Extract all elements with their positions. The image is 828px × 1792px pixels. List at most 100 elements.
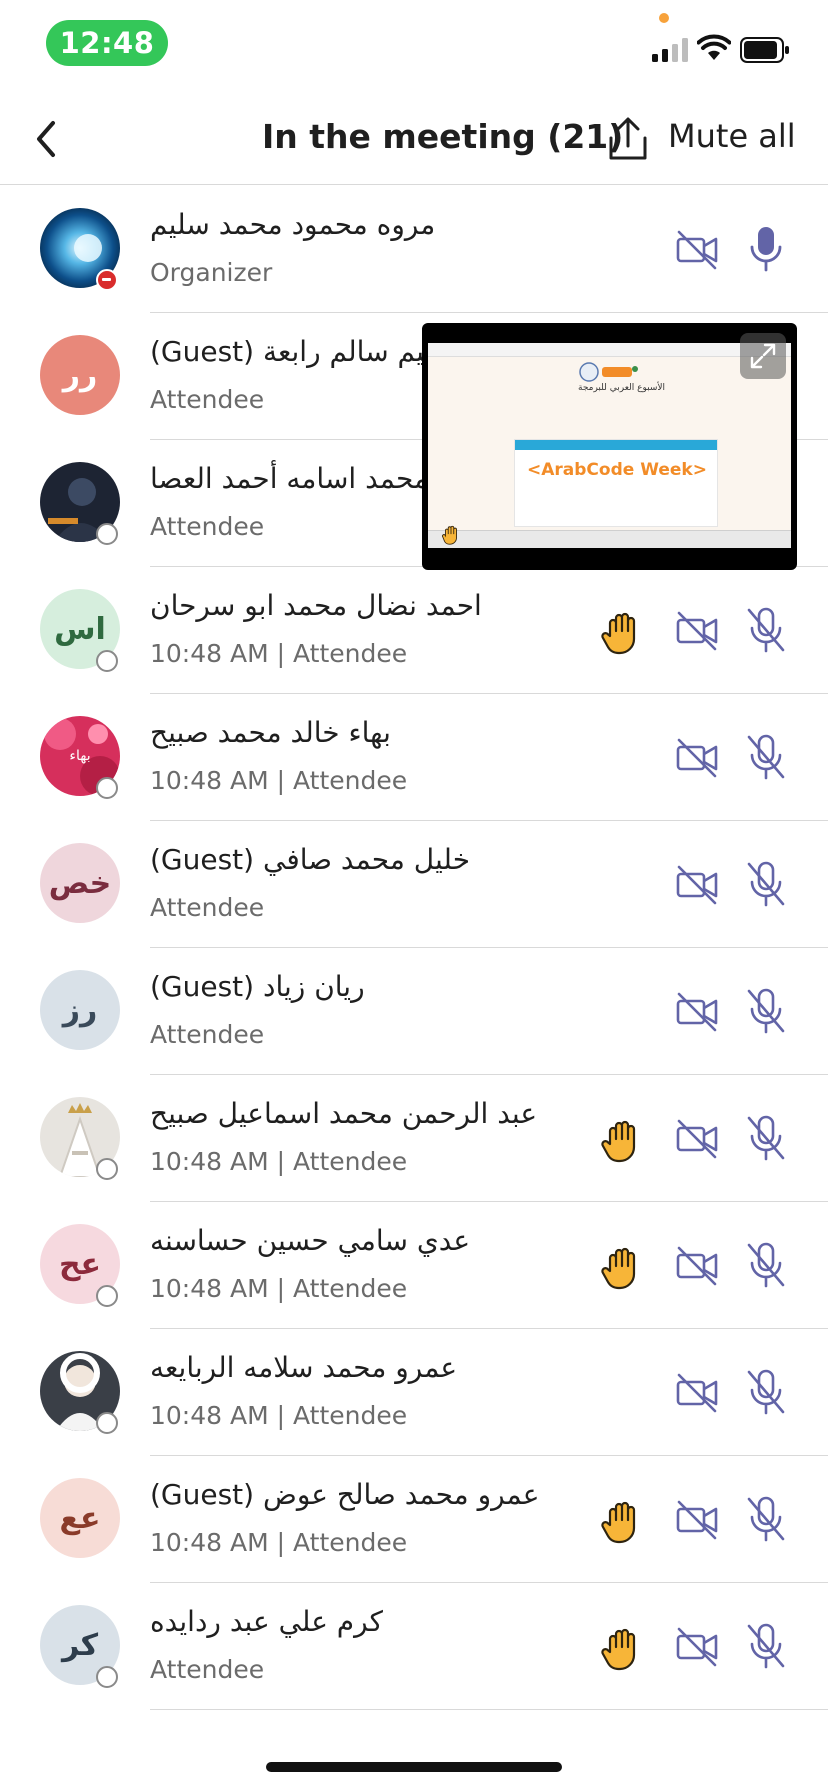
presence-offline-icon: [96, 1412, 118, 1434]
avatar: رر: [40, 335, 120, 415]
avatar-initials: رر: [62, 357, 98, 393]
participant-role: Attendee: [150, 1020, 265, 1049]
video-off-icon[interactable]: [675, 990, 719, 1034]
share-button[interactable]: [600, 111, 656, 167]
status-bar: 12:48: [0, 0, 828, 90]
back-button[interactable]: [18, 111, 74, 167]
avatar-initials: رز: [62, 992, 98, 1028]
video-off-icon[interactable]: [675, 609, 719, 653]
avatar-image-text: بهاء: [69, 748, 91, 764]
participant-name: عمرو محمد سلامه الربايعه: [150, 1351, 458, 1384]
participant-row[interactable]: رز (Guest) ريان زياد Attendee: [0, 948, 828, 1075]
avatar-container: [0, 1329, 150, 1456]
mute-all-button[interactable]: Mute all: [668, 117, 796, 155]
participant-row[interactable]: كر كرم علي عبد ردايده Attendee: [0, 1583, 828, 1710]
row-divider: [150, 1709, 828, 1710]
video-off-icon[interactable]: [675, 228, 719, 272]
raised-hand-icon: [601, 612, 636, 655]
video-off-icon[interactable]: [675, 1625, 719, 1669]
participant-row[interactable]: بهاء بهاء خالد محمد صبيح 10:48 AM | Atte…: [0, 694, 828, 821]
participant-name: بهاء خالد محمد صبيح: [150, 716, 391, 749]
participant-role: Attendee: [150, 893, 265, 922]
shared-browser-toolbar: [428, 343, 791, 357]
participant-row[interactable]: عع (Guest) عمرو محمد صالح عوض 10:48 AM |…: [0, 1456, 828, 1583]
expand-button[interactable]: [740, 333, 786, 379]
participant-name: عدي سامي حسين حساسنه: [150, 1224, 471, 1257]
home-indicator[interactable]: [266, 1762, 562, 1772]
shared-card-header-bar: [515, 440, 717, 450]
participant-role: 10:48 AM | Attendee: [150, 1147, 408, 1176]
battery-icon: [740, 37, 789, 63]
shared-taskbar: [428, 525, 791, 548]
microphone-off-icon[interactable]: [744, 1621, 788, 1671]
avatar-container: [0, 186, 150, 313]
event-logo-icon: [579, 362, 638, 382]
avatar-initials: كر: [61, 1627, 99, 1663]
participant-row[interactable]: عمرو محمد سلامه الربايعه 10:48 AM | Atte…: [0, 1329, 828, 1456]
avatar-initials: اس: [54, 611, 106, 647]
presence-offline-icon: [96, 1666, 118, 1688]
raised-hand-icon: [601, 1501, 636, 1544]
participant-row[interactable]: مروه محمود محمد سليم Organizer: [0, 186, 828, 313]
participant-role: 10:48 AM | Attendee: [150, 766, 408, 795]
participant-name: (Guest) عمرو محمد صالح عوض: [150, 1478, 540, 1511]
participant-role: 10:48 AM | Attendee: [150, 1274, 408, 1303]
avatar-initials: عع: [59, 1500, 101, 1536]
avatar-container: عح: [0, 1202, 150, 1329]
participant-row[interactable]: اس احمد نضال محمد ابو سرحان 10:48 AM | A…: [0, 567, 828, 694]
wifi-icon: [697, 34, 731, 60]
participant-role: 10:48 AM | Attendee: [150, 1528, 408, 1557]
video-off-icon[interactable]: [675, 863, 719, 907]
microphone-off-icon[interactable]: [744, 605, 788, 655]
participant-name: عبد الرحمن محمد اسماعيل صبيح: [150, 1097, 538, 1130]
video-off-icon[interactable]: [675, 736, 719, 780]
raised-hand-icon: [601, 1120, 636, 1163]
participant-role: Attendee: [150, 385, 265, 414]
participant-role: Attendee: [150, 512, 265, 541]
presence-offline-icon: [96, 650, 118, 672]
participant-name: كرم علي عبد ردايده: [150, 1605, 383, 1638]
expand-icon: [750, 343, 776, 369]
status-time: 12:48: [46, 20, 168, 66]
participant-row[interactable]: عح عدي سامي حسين حساسنه 10:48 AM | Atten…: [0, 1202, 828, 1329]
microphone-on-icon[interactable]: [744, 224, 788, 274]
raised-hand-icon: [601, 1247, 636, 1290]
avatar-container: اس: [0, 567, 150, 694]
raised-hand-icon: [442, 525, 457, 545]
avatar: عع: [40, 1478, 120, 1558]
avatar-container: كر: [0, 1583, 150, 1710]
participant-row[interactable]: خص (Guest) خليل محمد صافي Attendee: [0, 821, 828, 948]
shared-screen-content: الأسبوع العربي للبرمجة <ArabCode Week>: [428, 343, 791, 548]
avatar-initials: عح: [58, 1246, 102, 1282]
avatar-container: عع: [0, 1456, 150, 1583]
avatar-container: رز: [0, 948, 150, 1075]
microphone-off-icon[interactable]: [744, 1240, 788, 1290]
privacy-indicator-dot: [659, 13, 669, 23]
participant-name: محمد اسامه أحمد العصا: [150, 462, 430, 495]
cellular-signal-icon: [652, 38, 688, 62]
avatar: رز: [40, 970, 120, 1050]
raised-hand-icon: [601, 1628, 636, 1671]
microphone-off-icon[interactable]: [744, 859, 788, 909]
participant-row[interactable]: عبد الرحمن محمد اسماعيل صبيح 10:48 AM | …: [0, 1075, 828, 1202]
presence-offline-icon: [96, 1158, 118, 1180]
shared-screen-preview[interactable]: الأسبوع العربي للبرمجة <ArabCode Week>: [422, 323, 797, 570]
microphone-off-icon[interactable]: [744, 1113, 788, 1163]
microphone-off-icon[interactable]: [744, 1367, 788, 1417]
avatar: خص: [40, 843, 120, 923]
participant-name: (Guest) ريان زياد: [150, 970, 365, 1003]
video-off-icon[interactable]: [675, 1498, 719, 1542]
participant-role: Attendee: [150, 1655, 265, 1684]
header: In the meeting (21) Mute all: [0, 95, 828, 185]
participant-role: 10:48 AM | Attendee: [150, 639, 408, 668]
video-off-icon[interactable]: [675, 1117, 719, 1161]
microphone-off-icon[interactable]: [744, 986, 788, 1036]
video-off-icon[interactable]: [675, 1244, 719, 1288]
avatar-container: [0, 440, 150, 567]
video-off-icon[interactable]: [675, 1371, 719, 1415]
participant-name: احمد نضال محمد ابو سرحان: [150, 589, 482, 622]
avatar-container: خص: [0, 821, 150, 948]
microphone-off-icon[interactable]: [744, 732, 788, 782]
microphone-off-icon[interactable]: [744, 1494, 788, 1544]
shared-page-header: الأسبوع العربي للبرمجة: [578, 383, 666, 393]
